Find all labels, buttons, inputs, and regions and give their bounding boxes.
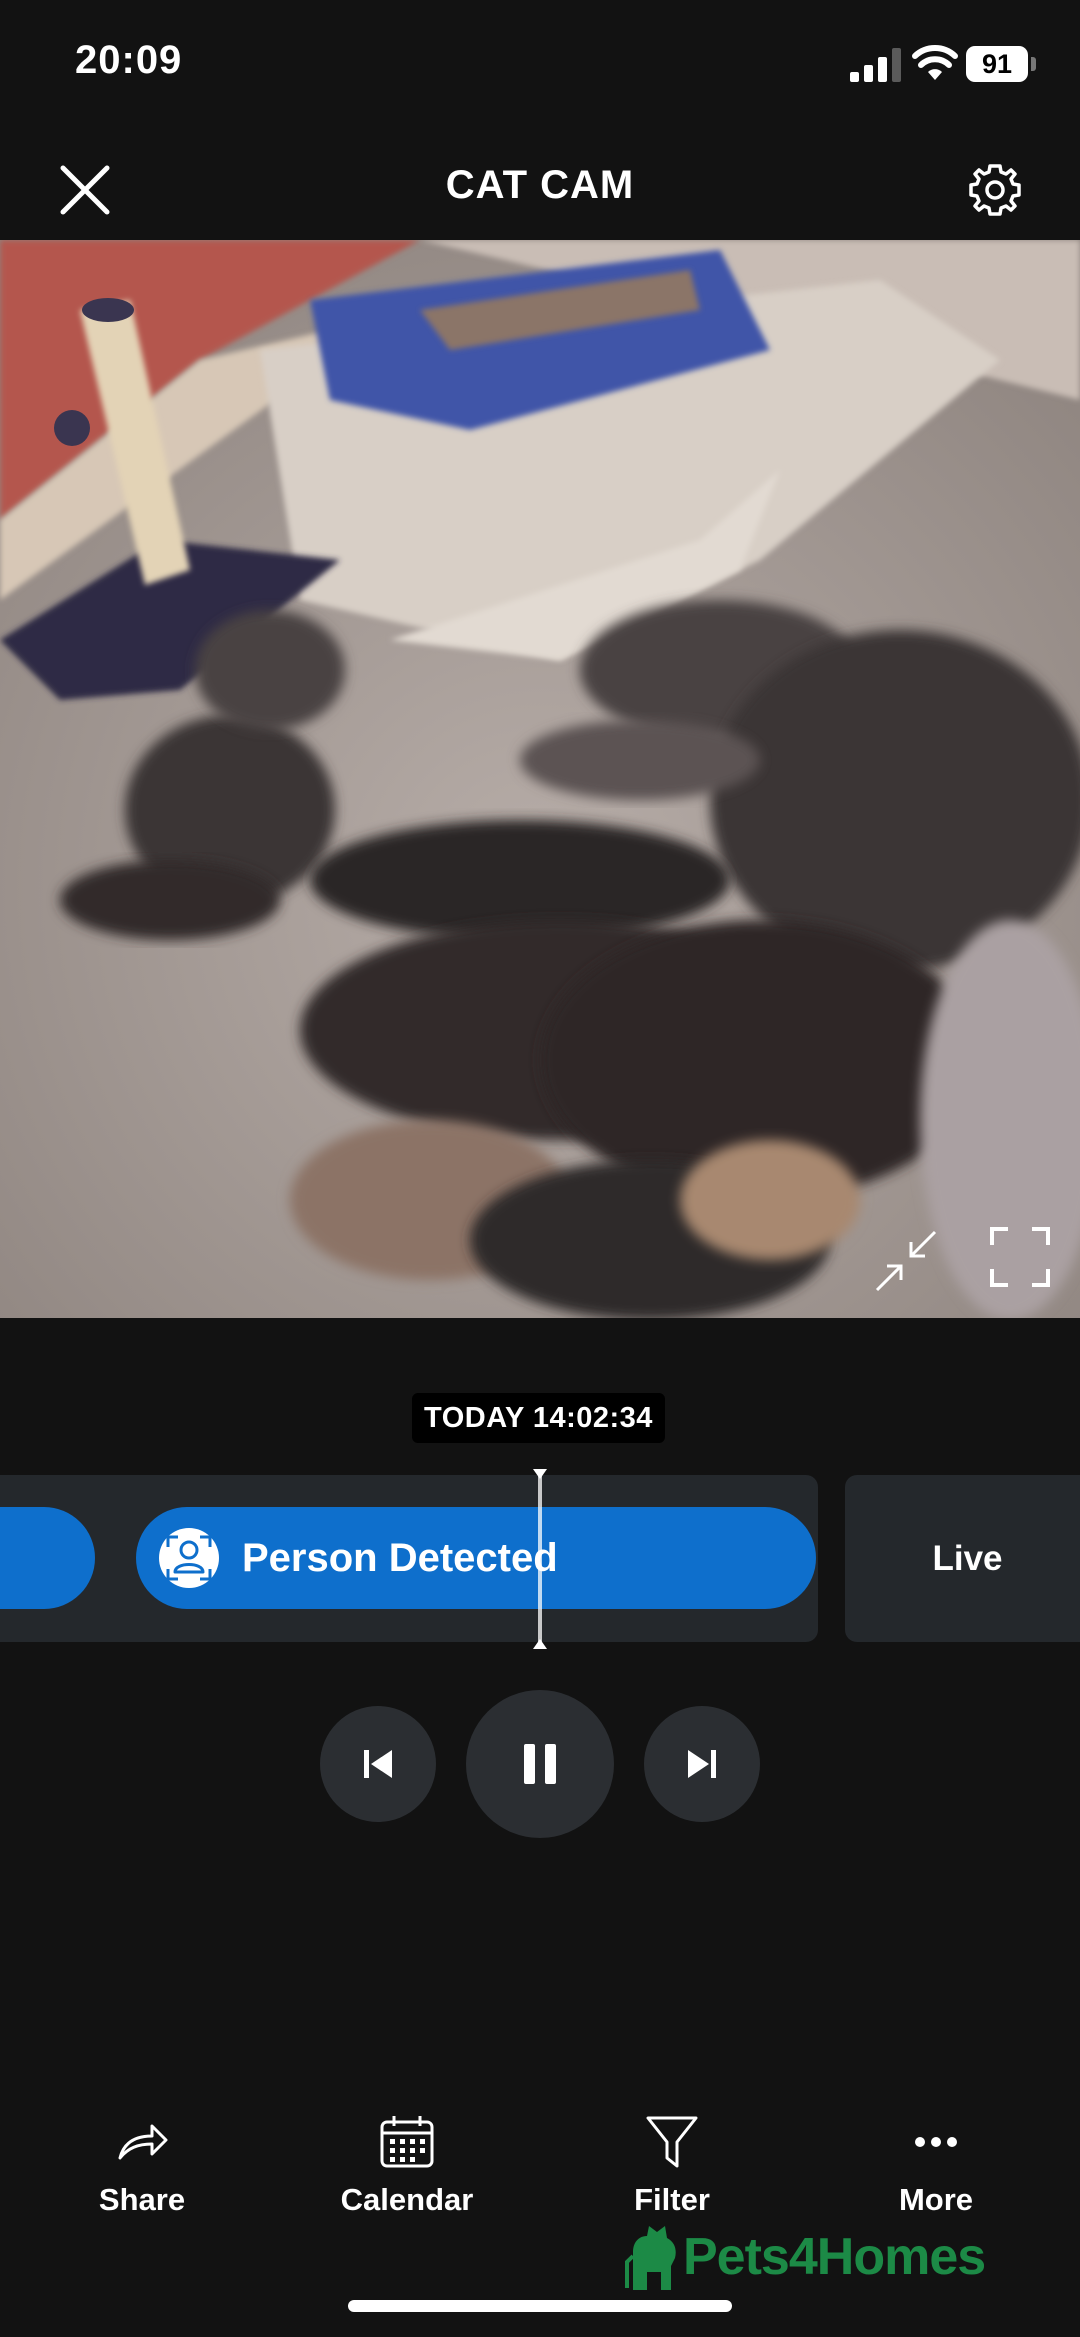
signal-icon	[850, 48, 901, 82]
camera-video-feed[interactable]	[0, 240, 1080, 1318]
playhead-top-marker	[533, 1469, 547, 1479]
share-icon	[118, 2124, 168, 2160]
wifi-icon	[912, 45, 958, 80]
more-button[interactable]: More	[836, 2100, 1036, 2230]
battery-level: 91	[966, 46, 1028, 82]
calendar-label: Calendar	[340, 2182, 474, 2217]
timeline-event-person-detected[interactable]: Person Detected	[136, 1507, 816, 1609]
filter-button[interactable]: Filter	[572, 2100, 772, 2230]
calendar-button[interactable]: Calendar	[307, 2100, 507, 2230]
fullscreen-icon[interactable]	[990, 1227, 1050, 1287]
status-bar: 20:09 91	[0, 0, 1080, 130]
live-button[interactable]: Live	[845, 1475, 1080, 1642]
skip-next-icon	[688, 1750, 716, 1778]
share-button[interactable]: Share	[42, 2100, 242, 2230]
filter-label: Filter	[634, 2182, 710, 2217]
event-timeline[interactable]: Person Detected Live	[0, 1469, 1080, 1649]
share-label: Share	[98, 2182, 186, 2217]
page-title: CAT CAM	[445, 163, 635, 207]
live-label: Live	[932, 1539, 1003, 1578]
gear-icon	[969, 164, 1021, 216]
event-label: Person Detected	[242, 1536, 558, 1580]
person-detected-icon	[159, 1528, 219, 1588]
playback-timestamp: TODAY 14:02:34	[412, 1393, 665, 1443]
playhead[interactable]	[538, 1469, 542, 1649]
pause-button[interactable]	[466, 1690, 614, 1838]
pause-icon	[524, 1744, 556, 1784]
bottom-toolbar: Share Calendar Filter More	[0, 2100, 1080, 2230]
skip-previous-button[interactable]	[320, 1706, 436, 1822]
skip-next-button[interactable]	[644, 1706, 760, 1822]
more-icon	[915, 2137, 957, 2147]
settings-button[interactable]	[960, 155, 1030, 225]
watermark-text: Pets4Homes	[683, 2228, 986, 2286]
home-indicator[interactable]	[348, 2300, 732, 2312]
filter-icon	[646, 2116, 698, 2168]
battery-icon: 91	[966, 46, 1036, 82]
calendar-icon	[380, 2116, 434, 2168]
skip-previous-icon	[364, 1750, 392, 1778]
pets4homes-logo-icon	[625, 2226, 676, 2290]
more-label: More	[898, 2182, 974, 2217]
camera-frame	[0, 240, 1080, 1318]
watermark: Pets4Homes	[625, 2222, 986, 2292]
picture-in-picture-icon[interactable]	[875, 1230, 937, 1292]
status-time: 20:09	[75, 38, 183, 82]
header: CAT CAM	[0, 130, 1080, 240]
playhead-bottom-marker	[533, 1639, 547, 1649]
